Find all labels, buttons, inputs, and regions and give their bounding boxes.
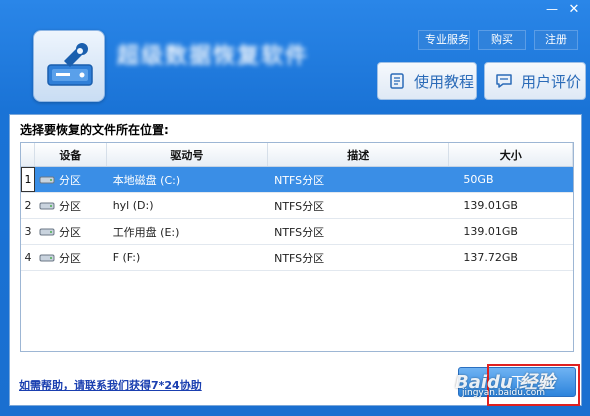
row-number: 2: [24, 199, 32, 212]
size-cell: 137.72GB: [463, 251, 518, 264]
drive-icon: [39, 176, 55, 183]
drive-icon: [39, 228, 55, 235]
top-links: 专业服务 购买 注册: [418, 30, 578, 50]
app-logo: [33, 30, 105, 102]
description-cell: NTFS分区: [274, 173, 325, 187]
tutorial-button[interactable]: 使用教程: [377, 62, 477, 100]
device-label: 分区: [58, 173, 81, 187]
header-device[interactable]: 设备: [35, 143, 107, 166]
row-number: 4: [24, 251, 32, 264]
table-header: 设备 驱动号 描述 大小: [21, 143, 573, 167]
description-cell: NTFS分区: [274, 199, 325, 213]
table-row[interactable]: 1 分区 本地磁盘 (C:) NTFS分区 50GB: [21, 167, 573, 193]
drive-icon: [39, 202, 55, 209]
user-review-button[interactable]: 用户评价: [484, 62, 586, 100]
app-window: — ✕ 超级数据恢复软件 专业服务 购买 注册 使用教程 用户评价 选择要恢复的…: [0, 0, 590, 416]
drive-cell: hyl (D:): [112, 199, 154, 212]
pro-service-link[interactable]: 专业服务: [418, 30, 470, 50]
device-cell: 分区: [35, 193, 107, 218]
table-row[interactable]: 4 分区 F (F:) NTFS分区 137.72GB: [21, 245, 573, 271]
close-button[interactable]: ✕: [563, 2, 585, 17]
device-cell: 分区: [35, 219, 107, 244]
device-label: 分区: [58, 199, 81, 213]
document-icon: [390, 73, 404, 89]
device-cell: 分区: [35, 245, 107, 270]
watermark-url: jingyan.baidu.com: [462, 388, 546, 398]
main-panel: 选择要恢复的文件所在位置: 设备 驱动号 描述 大小 1 分区 本地磁盘 (C:…: [9, 114, 582, 406]
table-row[interactable]: 2 分区 hyl (D:) NTFS分区 139.01GB: [21, 193, 573, 219]
table-row[interactable]: 3 分区 工作用盘 (E:) NTFS分区 139.01GB: [21, 219, 573, 245]
size-cell: 139.01GB: [463, 225, 518, 238]
tutorial-label: 使用教程: [414, 72, 475, 91]
drive-cell: 工作用盘 (E:): [112, 225, 180, 239]
device-label: 分区: [58, 225, 81, 239]
review-label: 用户评价: [521, 72, 582, 91]
chat-bubble-icon: [496, 74, 512, 88]
app-title: 超级数据恢复软件: [117, 44, 310, 69]
drive-cell: F (F:): [112, 251, 141, 264]
size-cell: 50GB: [463, 173, 494, 186]
hard-drive-wrench-icon: [47, 43, 93, 86]
description-cell: NTFS分区: [274, 251, 325, 265]
minimize-button[interactable]: —: [541, 2, 563, 16]
buy-link[interactable]: 购买: [478, 30, 526, 50]
header-size[interactable]: 大小: [449, 143, 573, 166]
drive-cell: 本地磁盘 (C:): [112, 173, 181, 187]
row-number: 1: [21, 167, 35, 192]
partition-table: 设备 驱动号 描述 大小 1 分区 本地磁盘 (C:) NTFS分区 50GB …: [20, 142, 574, 352]
drive-icon: [39, 254, 55, 261]
register-link[interactable]: 注册: [534, 30, 578, 50]
header-index: [21, 143, 35, 166]
header-drive[interactable]: 驱动号: [107, 143, 269, 166]
device-label: 分区: [58, 251, 81, 265]
row-number: 3: [24, 225, 32, 238]
location-prompt: 选择要恢复的文件所在位置:: [20, 123, 169, 137]
size-cell: 139.01GB: [463, 199, 518, 212]
description-cell: NTFS分区: [274, 225, 325, 239]
device-cell: 分区: [35, 167, 107, 192]
help-link[interactable]: 如需帮助，请联系我们获得7*24协助: [19, 377, 202, 393]
header-description[interactable]: 描述: [268, 143, 450, 166]
